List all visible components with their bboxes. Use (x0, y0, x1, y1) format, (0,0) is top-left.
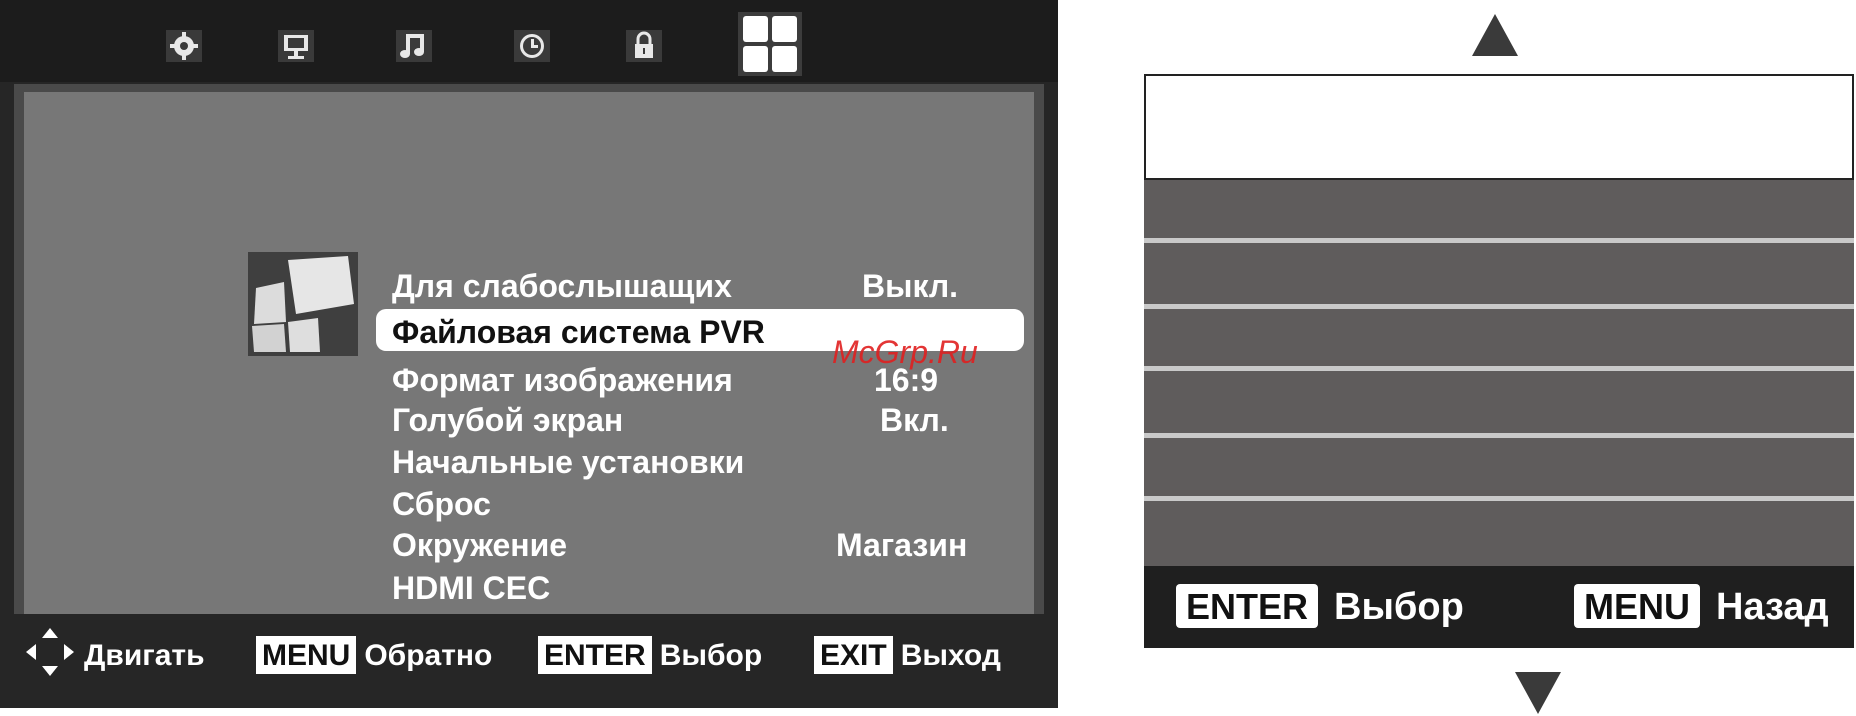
menu-item-label: Голубой экран (392, 402, 624, 438)
exit-key-badge: EXIT (814, 636, 893, 674)
exit-button[interactable]: EXIT Выход (814, 636, 1001, 676)
menu-item-blue-screen[interactable]: Голубой экран Вкл. (0, 400, 1058, 440)
move-hint: Двигать (84, 636, 205, 676)
menu-footer: Двигать MENU Обратно ENTER Выбор EXIT Выход (0, 616, 1058, 708)
menu-item-hearing-impaired[interactable]: Для слабослышащих Выкл. (0, 266, 1058, 306)
menu-item-initial-setup[interactable]: Начальные установки (0, 442, 1058, 482)
dialog-row-6[interactable] (1144, 501, 1854, 559)
dialog-row-4[interactable] (1144, 371, 1854, 429)
watermark-text: McGrp.Ru (832, 334, 978, 370)
exit-label: Выход (900, 639, 1001, 672)
menu-item-value: Выкл. (862, 268, 959, 304)
dialog-list (1144, 180, 1854, 566)
enter-select-label: Выбор (1334, 586, 1464, 628)
menu-back-button[interactable]: MENU Обратно (256, 636, 492, 676)
menu-key-badge: MENU (256, 636, 357, 674)
enter-key-badge: ENTER (1176, 584, 1319, 628)
menu-item-label: Формат изображения (392, 362, 733, 398)
dialog-row-2[interactable] (1144, 243, 1854, 301)
tv-settings-menu: Для слабослышащих Выкл. Файловая система… (0, 0, 1058, 708)
dialog-menu-back-button[interactable]: MENU Назад (1574, 584, 1829, 630)
dialog-row-5[interactable] (1144, 438, 1854, 496)
menu-item-label: Сброс (392, 486, 491, 522)
menu-item-label: Файловая система PVR (392, 314, 765, 350)
menu-item-label: HDMI CEC (392, 570, 551, 606)
menu-item-label: Для слабослышащих (392, 268, 732, 304)
menu-item-hdmi-cec[interactable]: HDMI CEC (0, 568, 1058, 608)
scroll-down-arrow-icon[interactable] (1515, 672, 1561, 714)
clock-icon[interactable] (512, 26, 552, 66)
menu-item-value: Вкл. (880, 402, 949, 438)
menu-back-label: Назад (1716, 586, 1829, 628)
menu-item-label: Начальные установки (392, 444, 745, 480)
grid-icon[interactable] (738, 12, 802, 76)
move-label: Двигать (84, 639, 205, 672)
dialog-header (1144, 74, 1854, 180)
enter-select-label: Выбор (659, 639, 763, 672)
music-note-icon[interactable] (394, 26, 434, 66)
enter-select-button[interactable]: ENTER Выбор (538, 636, 762, 676)
pvr-file-system-dialog: ENTER Выбор MENU Назад (1144, 74, 1854, 648)
menu-key-badge: MENU (1574, 584, 1700, 628)
menu-item-environment[interactable]: Окружение Магазин (0, 525, 1058, 565)
gear-icon[interactable] (164, 26, 204, 66)
dialog-enter-select-button[interactable]: ENTER Выбор (1176, 584, 1464, 630)
menu-item-reset[interactable]: Сброс (0, 484, 1058, 524)
enter-key-badge: ENTER (538, 636, 652, 674)
lock-icon[interactable] (624, 26, 664, 66)
scroll-up-arrow-icon[interactable] (1472, 14, 1518, 56)
menu-item-value: Магазин (836, 527, 968, 563)
dialog-row-3[interactable] (1144, 309, 1854, 367)
dialog-footer: ENTER Выбор MENU Назад (1144, 566, 1854, 648)
monitor-icon[interactable] (276, 26, 316, 66)
menu-item-label: Окружение (392, 527, 568, 563)
menu-back-label: Обратно (364, 639, 493, 672)
dialog-row-1[interactable] (1144, 180, 1854, 238)
